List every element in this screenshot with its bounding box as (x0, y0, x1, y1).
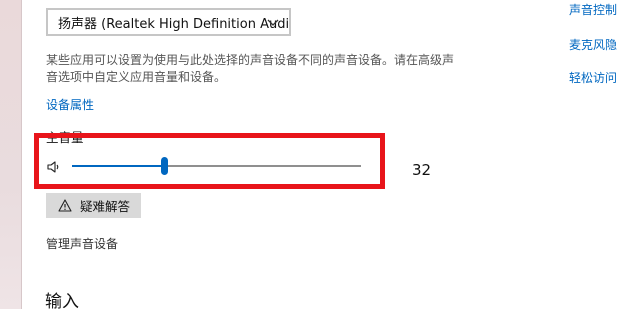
window-left-edge (0, 0, 22, 309)
related-link-ease-of-access[interactable]: 轻松访问 (569, 69, 617, 86)
output-device-value: 扬声器 (Realtek High Definition Audi... (58, 16, 291, 32)
output-description: 某些应用可以设置为使用与此处选择的声音设备不同的声音设备。请在高级声音选项中自定… (46, 53, 455, 84)
related-link-sound-control[interactable]: 声音控制 (569, 1, 617, 18)
output-device-select[interactable]: 扬声器 (Realtek High Definition Audi... (46, 8, 291, 36)
troubleshoot-label: 疑难解答 (80, 199, 131, 214)
manage-sound-devices-link[interactable]: 管理声音设备 (46, 235, 118, 252)
highlight-box (34, 133, 385, 189)
related-link-microphone[interactable]: 麦克风隐 (569, 36, 617, 53)
volume-value: 32 (412, 161, 432, 179)
warning-icon (58, 199, 72, 212)
input-section-heading: 输入 (45, 292, 79, 312)
device-properties-link[interactable]: 设备属性 (46, 96, 94, 113)
troubleshoot-button[interactable]: 疑难解答 (46, 193, 141, 218)
chevron-down-icon (267, 19, 279, 26)
